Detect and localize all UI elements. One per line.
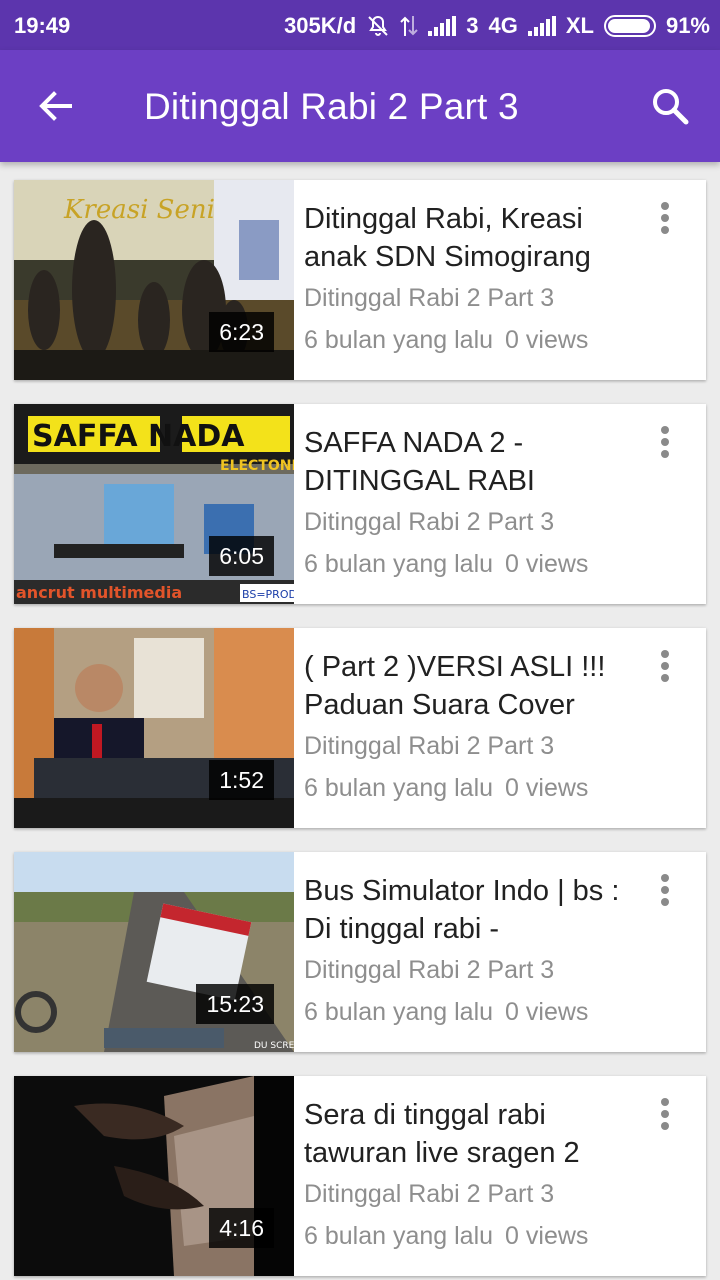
data-transfer-icon: [400, 16, 418, 36]
more-options-button[interactable]: [658, 426, 672, 460]
video-meta: 6 bulan yang lalu 0 views: [304, 550, 588, 579]
video-card[interactable]: 1:52 ( Part 2 )VERSI ASLI !!! Paduan Sua…: [14, 628, 706, 828]
video-duration: 1:52: [209, 760, 274, 800]
channel-name: Ditinggal Rabi 2 Part 3: [304, 956, 555, 984]
status-icons: 305K/d 3 4G XL 91%: [284, 13, 710, 39]
signal-icon-2: [527, 16, 556, 36]
channel-name: Ditinggal Rabi 2 Part 3: [304, 508, 555, 536]
video-duration: 15:23: [196, 984, 274, 1024]
video-duration: 6:23: [209, 312, 274, 352]
video-views: 0 views: [505, 326, 589, 354]
video-card[interactable]: 4:16 Sera di tinggal rabi tawuran live s…: [14, 1076, 706, 1276]
more-vert-icon: [658, 874, 672, 906]
video-meta: 6 bulan yang lalu 0 views: [304, 326, 588, 355]
video-meta: 6 bulan yang lalu 0 views: [304, 1222, 588, 1251]
signal-icon: [428, 16, 457, 36]
video-title[interactable]: Bus Simulator Indo | bs : Di tinggal rab…: [304, 872, 644, 948]
video-duration: 6:05: [209, 536, 274, 576]
back-button[interactable]: [34, 84, 78, 128]
video-thumbnail[interactable]: 1:52: [14, 628, 294, 828]
more-options-button[interactable]: [658, 874, 672, 908]
video-card[interactable]: SAFFA NADA ELECTONE ancrut multimedia BS…: [14, 404, 706, 604]
video-meta: 6 bulan yang lalu 0 views: [304, 774, 588, 803]
video-views: 0 views: [505, 550, 589, 578]
arrow-back-icon: [39, 91, 72, 121]
video-card[interactable]: DU SCREEN 15:23 Bus Simulator Indo | bs …: [14, 852, 706, 1052]
video-views: 0 views: [505, 998, 589, 1026]
video-thumbnail[interactable]: SAFFA NADA ELECTONE ancrut multimedia BS…: [14, 404, 294, 604]
video-thumbnail[interactable]: DU SCREEN 15:23: [14, 852, 294, 1052]
channel-name: Ditinggal Rabi 2 Part 3: [304, 732, 555, 760]
thumbnail-badge: BS=PRODI: [242, 588, 294, 601]
page-title: Ditinggal Rabi 2 Part 3: [144, 86, 519, 127]
video-views: 0 views: [505, 774, 589, 802]
video-duration: 4:16: [209, 1208, 274, 1248]
more-options-button[interactable]: [658, 202, 672, 236]
app-bar: Ditinggal Rabi 2 Part 3: [0, 50, 720, 162]
video-views: 0 views: [505, 1222, 589, 1250]
video-age: 6 bulan yang lalu: [304, 1222, 494, 1250]
more-vert-icon: [658, 650, 672, 682]
battery-level: 91%: [665, 13, 710, 38]
video-card[interactable]: Kreasi Seni 6:23 Ditinggal Rabi, Kreasi …: [14, 180, 706, 380]
more-options-button[interactable]: [658, 650, 672, 684]
thumbnail-text: SAFFA NADA: [32, 419, 245, 454]
video-title[interactable]: Sera di tinggal rabi tawuran live sragen…: [304, 1096, 644, 1172]
video-age: 6 bulan yang lalu: [304, 998, 494, 1026]
video-title[interactable]: ( Part 2 )VERSI ASLI !!! Paduan Suara Co…: [304, 648, 644, 724]
sim-label: 3: [466, 13, 479, 38]
video-age: 6 bulan yang lalu: [304, 774, 494, 802]
more-vert-icon: [658, 426, 672, 458]
status-time: 19:49: [14, 13, 71, 38]
search-button[interactable]: [648, 84, 692, 128]
video-thumbnail[interactable]: 4:16: [14, 1076, 294, 1276]
battery-icon: [603, 15, 656, 37]
thumbnail-text: Kreasi Seni: [63, 195, 215, 225]
thumbnail-subtext: ELECTONE: [220, 458, 294, 474]
video-thumbnail[interactable]: Kreasi Seni 6:23: [14, 180, 294, 380]
network-speed: 305K/d: [284, 13, 357, 38]
notifications-off-icon: [368, 15, 388, 36]
thumbnail-badge: DU SCREEN: [254, 1041, 294, 1051]
video-meta: 6 bulan yang lalu 0 views: [304, 998, 588, 1027]
network-type: 4G: [488, 13, 518, 38]
channel-name: Ditinggal Rabi 2 Part 3: [304, 1180, 555, 1208]
video-age: 6 bulan yang lalu: [304, 550, 494, 578]
search-icon: [653, 89, 689, 125]
more-vert-icon: [658, 1098, 672, 1130]
channel-name: Ditinggal Rabi 2 Part 3: [304, 284, 555, 312]
video-title[interactable]: SAFFA NADA 2 - DITINGGAL RABI: [304, 424, 644, 500]
more-options-button[interactable]: [658, 1098, 672, 1132]
carrier-label: XL: [565, 13, 594, 38]
video-title[interactable]: Ditinggal Rabi, Kreasi anak SDN Simogira…: [304, 200, 644, 276]
thumbnail-footer: ancrut multimedia: [16, 583, 182, 602]
status-bar: 19:49 305K/d 3 4G XL 91%: [0, 0, 720, 50]
video-age: 6 bulan yang lalu: [304, 326, 494, 354]
more-vert-icon: [658, 202, 672, 234]
